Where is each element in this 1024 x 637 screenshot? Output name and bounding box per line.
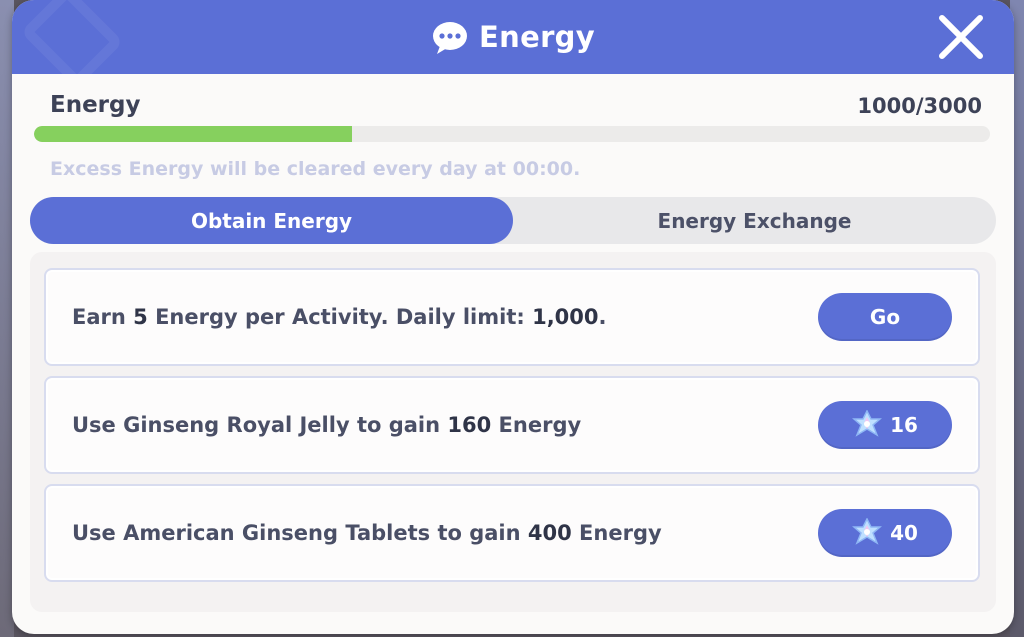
energy-progress-fill xyxy=(34,126,353,142)
crystal-cost: 16 xyxy=(890,413,918,437)
crystal-cost: 40 xyxy=(890,521,918,545)
task-list: Earn 5 Energy per Activity. Daily limit:… xyxy=(30,252,996,612)
text-part: Energy xyxy=(491,413,582,437)
tab-bar: Obtain Energy Energy Exchange xyxy=(30,197,996,244)
close-icon xyxy=(939,15,983,59)
go-button[interactable]: Go xyxy=(818,293,952,341)
text-number: 1,000 xyxy=(532,305,599,329)
task-row-ginseng-tablets: Use American Ginseng Tablets to gain 400… xyxy=(44,484,980,582)
task-description: Earn 5 Energy per Activity. Daily limit:… xyxy=(72,305,607,329)
tab-obtain-energy[interactable]: Obtain Energy xyxy=(30,197,513,244)
buy-ginseng-tablets-button[interactable]: 40 xyxy=(818,509,952,557)
crystal-icon xyxy=(852,410,883,437)
task-row-royal-jelly: Use Ginseng Royal Jelly to gain 160 Ener… xyxy=(44,376,980,474)
tab-energy-exchange[interactable]: Energy Exchange xyxy=(513,197,996,244)
go-button-label: Go xyxy=(869,305,901,329)
task-description: Use Ginseng Royal Jelly to gain 160 Ener… xyxy=(72,413,581,437)
text-part: Energy per Activity. Daily limit: xyxy=(147,305,533,329)
crystal-icon xyxy=(852,518,883,545)
text-number: 160 xyxy=(447,413,492,437)
task-description: Use American Ginseng Tablets to gain 400… xyxy=(72,521,662,545)
text-part: . xyxy=(598,305,607,329)
task-row-activity: Earn 5 Energy per Activity. Daily limit:… xyxy=(44,268,980,366)
title-group: Energy xyxy=(431,20,595,54)
energy-reset-notice: Excess Energy will be cleared every day … xyxy=(50,158,581,180)
text-number: 5 xyxy=(133,305,148,329)
energy-count: 1000/3000 xyxy=(857,94,982,118)
dialog-title: Energy xyxy=(479,20,595,54)
text-part: Use Ginseng Royal Jelly to gain xyxy=(72,413,448,437)
text-part: Earn xyxy=(72,305,134,329)
chat-bubble-icon xyxy=(431,21,469,54)
header-decoration xyxy=(20,0,124,89)
text-number: 400 xyxy=(527,521,572,545)
energy-label: Energy xyxy=(50,92,141,118)
close-button[interactable] xyxy=(936,12,986,62)
text-part: Use American Ginseng Tablets to gain xyxy=(72,521,528,545)
text-part: Energy xyxy=(571,521,662,545)
buy-royal-jelly-button[interactable]: 16 xyxy=(818,401,952,449)
energy-progress-bar xyxy=(34,126,990,142)
dialog-header: Energy xyxy=(12,0,1014,89)
energy-dialog: Energy Energy 1000/3000 Excess Energy wi… xyxy=(12,0,1014,634)
